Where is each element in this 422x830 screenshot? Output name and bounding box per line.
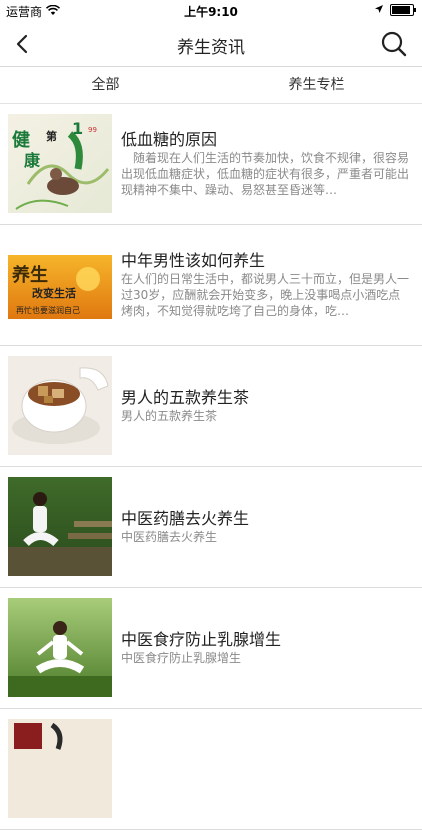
article-summary: 在人们的日常生活中，都说男人三十而立，但是男人一过30岁，应酬就会开始变多，晚上…	[121, 272, 410, 318]
thumb-text-yangsheng: 养生	[11, 264, 48, 286]
page-title: 养生资讯	[177, 38, 245, 58]
article-thumbnail	[8, 477, 112, 576]
status-time: 上午9:10	[184, 5, 238, 19]
search-icon	[381, 31, 407, 57]
thumb-text-zirun: 再忙也要滋润自己	[16, 305, 80, 315]
tab-all[interactable]: 全部	[0, 67, 211, 103]
article-item-middle-aged-men[interactable]: 养生 改变生活 再忙也要滋润自己 中年男性该如何养生 在人们的日常生活中，都说男…	[0, 225, 422, 346]
tab-health-column[interactable]: 养生专栏	[211, 67, 422, 103]
battery-icon	[390, 4, 416, 16]
thumb-text-99: 99	[88, 126, 97, 134]
article-title: 中医食疗防止乳腺增生	[121, 630, 282, 649]
status-right	[374, 3, 416, 17]
article-thumbnail: 健 康 第 1 99	[8, 114, 112, 213]
thumb-text-gaibian: 改变生活	[32, 286, 76, 300]
status-bar: 运营商 上午9:10	[0, 0, 422, 22]
article-thumbnail	[8, 719, 112, 818]
article-title: 男人的五款养生茶	[121, 388, 250, 407]
article-title: 低血糖的原因	[121, 130, 218, 149]
article-summary: 中医食疗防止乳腺增生	[121, 651, 242, 665]
thumb-text-kang: 康	[24, 151, 41, 170]
article-thumbnail: 养生 改变生活 再忙也要滋润自己	[8, 235, 112, 334]
article-thumbnail	[8, 356, 112, 455]
article-item-medicinal-diet[interactable]: 中医药膳去火养生 中医药膳去火养生	[0, 467, 422, 588]
article-item-hypoglycemia[interactable]: 健 康 第 1 99 低血糖的原因 随着现在人们生活的节奏加快，饮食不规律，很容…	[0, 104, 422, 225]
search-button[interactable]	[380, 30, 408, 58]
article-item-tea[interactable]: 男人的五款养生茶 男人的五款养生茶	[0, 346, 422, 467]
article-list: 健 康 第 1 99 低血糖的原因 随着现在人们生活的节奏加快，饮食不规律，很容…	[0, 104, 422, 830]
location-arrow-icon	[374, 3, 384, 17]
thumb-text-1: 1	[72, 119, 83, 138]
category-tabs: 全部 养生专栏	[0, 67, 422, 104]
nav-bar: 养生资讯	[0, 22, 422, 67]
article-summary: 中医药膳去火养生	[121, 530, 218, 544]
article-item-breast-hyperplasia[interactable]: 中医食疗防止乳腺增生 中医食疗防止乳腺增生	[0, 588, 422, 709]
thumb-text-di: 第	[46, 129, 57, 143]
article-title: 中医药膳去火养生	[121, 509, 250, 528]
article-thumbnail	[8, 598, 112, 697]
article-summary: 随着现在人们生活的节奏加快，饮食不规律，很容易出现低血糖症状，低血糖的症状有很多…	[121, 151, 410, 197]
article-summary: 男人的五款养生茶	[121, 409, 218, 423]
article-title: 中年男性该如何养生	[121, 251, 266, 270]
article-item-partial[interactable]	[0, 709, 422, 830]
thumb-text-jian: 健	[12, 129, 30, 151]
